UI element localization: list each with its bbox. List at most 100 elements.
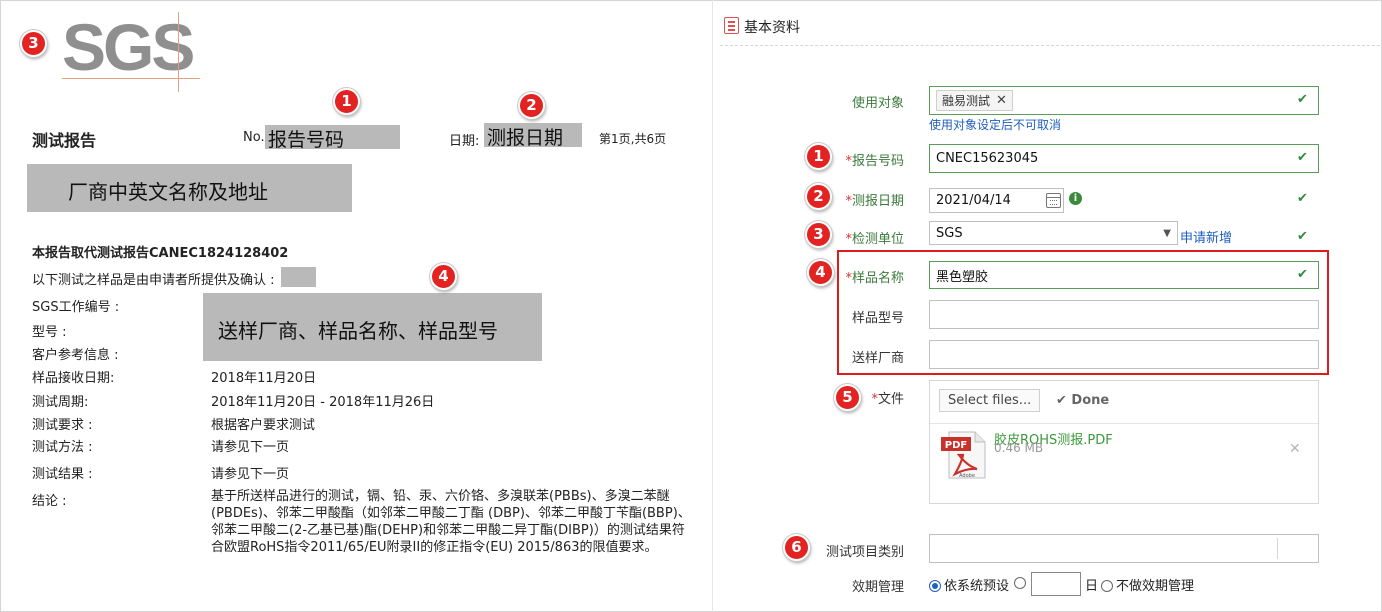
model-label: 型号 : xyxy=(32,325,67,340)
receive-date-value: 2018年11月20日 xyxy=(211,371,317,386)
report-no-input[interactable]: CNEC15623045 xyxy=(929,144,1319,173)
info-icon[interactable]: i xyxy=(1069,192,1082,205)
report-no-label: *报告号码 xyxy=(845,154,904,169)
radio-default-selected[interactable] xyxy=(929,580,941,592)
date-input[interactable]: 2021/04/14 xyxy=(929,188,1064,213)
conclusion-label: 结论 : xyxy=(32,494,67,509)
upload-divider xyxy=(930,423,1318,424)
sample-block: 送样厂商、样品名称、样品型号 xyxy=(218,319,498,343)
chevron-down-icon: ▼ xyxy=(1163,227,1171,239)
validity-option-default[interactable]: 依系统预设 xyxy=(929,575,1009,594)
validity-days-input[interactable] xyxy=(1031,572,1081,596)
panel-title: 基本资料 xyxy=(744,20,800,36)
sample-name-label-text: 样品名称 xyxy=(851,271,904,286)
panel-divider xyxy=(712,0,713,612)
logo-crosshair-vertical xyxy=(178,12,179,92)
form-marker-badge-3: 3 xyxy=(805,221,832,248)
method-value: 请参见下一页 xyxy=(211,440,290,455)
validity-opt1-label: 依系统预设 xyxy=(944,579,1010,594)
target-tag-label: 融易测試 xyxy=(942,94,991,108)
sample-name-label: *样品名称 xyxy=(845,271,904,286)
unit-label-text: 检测单位 xyxy=(851,232,904,247)
pdf-brand: Adobe xyxy=(959,473,975,479)
report-title: 测试报告 xyxy=(32,131,97,150)
done-check-icon: ✔ xyxy=(1056,393,1072,408)
sample-name-input[interactable]: 黑色塑胶 xyxy=(929,261,1319,289)
target-multiselect[interactable]: 融易测試 ✕ xyxy=(929,86,1319,115)
client-ref-label: 客户参考信息 : xyxy=(32,348,119,363)
date-label: 日期: xyxy=(449,134,480,149)
form-marker-badge-2: 2 xyxy=(805,183,832,210)
form-marker-badge-6: 6 xyxy=(783,534,810,561)
requirement-value: 根据客户要求测试 xyxy=(211,418,316,433)
panel-header: 基本资料 xyxy=(720,6,1380,46)
sgs-logo: SGS xyxy=(62,10,195,84)
calendar-icon[interactable] xyxy=(1046,193,1061,208)
period-value: 2018年11月20日 - 2018年11月26日 xyxy=(211,395,435,410)
target-note: 使用对象设定后不可取消 xyxy=(929,118,1062,132)
date-check-icon: ✔ xyxy=(1297,191,1308,206)
date-input-value: 2021/04/14 xyxy=(936,193,1011,208)
target-valid-check-icon: ✔ xyxy=(1297,92,1308,107)
form-marker-badge-4: 4 xyxy=(807,259,834,286)
report-no-check-icon: ✔ xyxy=(1297,150,1308,165)
report-no-label: No. xyxy=(243,130,265,145)
sample-name-input-value: 黑色塑胶 xyxy=(936,269,989,285)
marker-badge-3: 3 xyxy=(20,30,47,57)
remove-file-icon[interactable]: ✕ xyxy=(1289,441,1301,457)
report-no-value: 报告号码 xyxy=(268,129,345,151)
form-marker-badge-1: 1 xyxy=(805,143,832,170)
result-value: 请参见下一页 xyxy=(211,467,290,482)
apply-new-unit-link[interactable]: 申请新增 xyxy=(1180,227,1232,246)
sender-input[interactable] xyxy=(929,340,1319,369)
target-label: 使用对象 xyxy=(851,96,904,111)
report-no-label-text: 报告号码 xyxy=(851,154,904,169)
result-label: 测试结果 : xyxy=(32,467,93,482)
marker-badge-1: 1 xyxy=(333,88,360,115)
remove-tag-icon[interactable]: ✕ xyxy=(996,93,1007,108)
date-value: 测报日期 xyxy=(487,127,564,149)
requirement-label: 测试要求 : xyxy=(32,418,93,433)
method-label: 测试方法 : xyxy=(32,440,93,455)
category-divider xyxy=(1277,538,1278,559)
date-label: *测报日期 xyxy=(845,194,904,209)
page-info: 第1页,共6页 xyxy=(599,132,667,146)
file-label-text: 文件 xyxy=(877,392,904,407)
replace-note: 本报告取代测试报告CANEC1824128402 xyxy=(32,246,289,261)
uploaded-file-size: 0.46 MB xyxy=(994,441,1044,455)
date-label-text: 测报日期 xyxy=(851,194,904,209)
receive-date-label: 样品接收日期: xyxy=(32,371,115,386)
sample-model-input[interactable] xyxy=(929,300,1319,329)
unit-select[interactable]: SGS ▼ xyxy=(929,221,1178,245)
form-marker-badge-5: 5 xyxy=(834,384,861,411)
radio-days[interactable] xyxy=(1014,577,1026,589)
validity-opt3-label: 不做效期管理 xyxy=(1116,579,1195,594)
marker-badge-4: 4 xyxy=(430,263,457,290)
target-tag: 融易测試 ✕ xyxy=(936,90,1013,111)
marker-badge-2: 2 xyxy=(518,92,545,119)
sender-label: 送样厂商 xyxy=(851,351,904,366)
report-document: SGS 测试报告 No. 报告号码 日期: 测报日期 第1页,共6页 厂商中英文… xyxy=(0,0,712,612)
sample-note-mask xyxy=(281,267,316,287)
category-label: 测试项目类别 xyxy=(825,545,904,560)
validity-label: 效期管理 xyxy=(851,580,904,595)
period-label: 测试周期: xyxy=(32,395,89,410)
validity-day-unit: 日 xyxy=(1085,579,1099,594)
vendor-block: 厂商中英文名称及地址 xyxy=(68,180,268,204)
radio-none[interactable] xyxy=(1101,580,1113,592)
sample-name-check-icon: ✔ xyxy=(1297,267,1308,282)
select-files-button[interactable]: Select files... xyxy=(939,389,1041,412)
job-no-label: SGS工作编号 : xyxy=(32,300,120,315)
pdf-file-icon: PDF Adobe xyxy=(941,431,986,479)
validity-option-none[interactable]: 不做效期管理 xyxy=(1101,575,1194,594)
category-input[interactable] xyxy=(929,534,1319,563)
unit-label: *检测单位 xyxy=(845,232,904,247)
sample-model-label: 样品型号 xyxy=(851,311,904,326)
logo-crosshair-horizontal xyxy=(62,78,200,79)
report-no-input-value: CNEC15623045 xyxy=(936,151,1039,166)
list-icon xyxy=(724,17,739,34)
pdf-icon-text: PDF xyxy=(945,440,967,451)
conclusion-value: 基于所送样品进行的测试，镉、铅、汞、六价铬、多溴联苯(PBBs)、多溴二苯醚(P… xyxy=(211,489,691,555)
done-label: Done xyxy=(1071,393,1110,408)
sample-note: 以下测试之样品是由申请者所提供及确认 : xyxy=(32,273,275,288)
